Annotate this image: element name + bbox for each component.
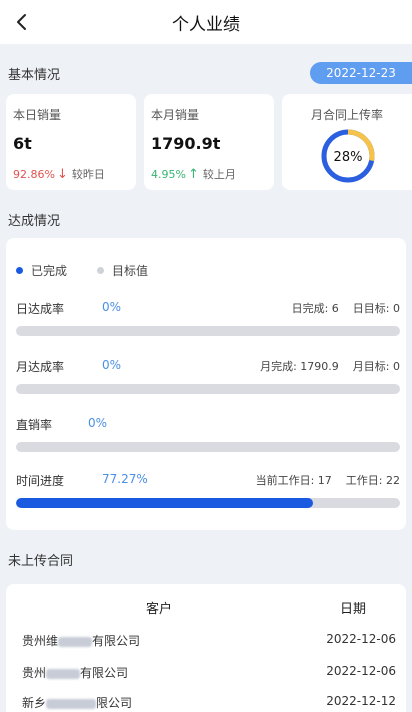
row-rate: 0% [102,300,122,314]
section-title-contracts: 未上传合同 [8,554,74,569]
month-sales-card: 本月销量 1790.9t 4.95% ↑ 较上月 [144,94,274,190]
contract-date: 2022-12-12 [326,694,396,708]
customer-prefix: 新乡 [22,696,47,710]
table-row[interactable]: 贵州 有限公司 2022-12-06 [6,660,406,684]
month-sales-value: 1790.9t [151,134,221,153]
header-date: 日期 [340,602,367,617]
arrow-down-icon: ↓ [56,166,68,182]
legend-target[interactable]: 目标值 [97,262,148,279]
upload-rate-ring: 28% [321,129,375,183]
daily-done: 日完成: 6 [291,302,339,315]
progress-fill [16,498,313,508]
nav-bar: 个人业绩 [0,0,412,44]
row-rate: 0% [88,416,108,430]
back-button[interactable] [8,8,36,36]
customer-name: 贵州维 有限公司 [22,632,140,649]
table-row[interactable]: 贵州维 有限公司 2022-12-06 [6,628,406,652]
row-time-progress: 时间进度 77.27% 当前工作日: 17 工作日: 22 [16,470,400,490]
legend-done-label: 已完成 [31,264,68,278]
legend-done[interactable]: 已完成 [16,262,67,279]
today-change-percent: 92.86% [13,167,55,181]
customer-suffix: 有限公司 [80,666,129,680]
contract-date: 2022-12-06 [326,664,396,678]
row-name: 直销率 [16,418,53,432]
contract-date: 2022-12-06 [326,632,396,646]
row-direct-rate: 直销率 0% [16,414,400,434]
section-title-basic: 基本情况 [8,68,61,83]
today-sales-card: 本日销量 6t 92.86% ↓ 较昨日 [6,94,136,190]
redacted-text [46,698,97,709]
customer-name: 新乡 限公司 [22,694,132,711]
legend-target-dot [97,267,105,274]
customer-prefix: 贵州维 [22,634,59,648]
progress-track [16,384,400,394]
legend-done-dot [16,267,23,274]
row-rate: 77.27% [102,472,148,486]
customer-name: 贵州 有限公司 [22,664,128,681]
today-sales-label: 本日销量 [13,108,62,122]
contracts-card: 客户 日期 贵州维 有限公司 2022-12-06 贵州 有限公司 2022-12-… [6,584,406,712]
month-sales-change: 4.95% ↑ 较上月 [151,166,236,182]
upload-rate-label: 月合同上传率 [310,108,383,122]
today-compare-label: 较昨日 [71,168,105,181]
monthly-target: 月目标: 0 [352,360,400,373]
section-title-progress: 达成情况 [8,214,61,229]
date-badge[interactable]: 2022-12-23 [310,62,412,84]
row-name: 月达成率 [16,360,65,374]
row-monthly-rate: 月达成率 0% 月完成: 1790.9 月目标: 0 [16,356,400,376]
customer-suffix: 有限公司 [92,634,141,648]
progress-track [16,326,400,336]
arrow-up-icon: ↑ [187,166,199,182]
redacted-text [58,636,93,647]
monthly-done: 月完成: 1790.9 [260,360,339,373]
page-title: 个人业绩 [172,14,240,35]
row-name: 时间进度 [16,474,65,488]
row-name: 日达成率 [16,302,65,316]
daily-target: 日目标: 0 [352,302,400,315]
today-sales-value: 6t [13,134,32,153]
progress-track [16,498,400,508]
row-rate: 0% [102,358,122,372]
customer-prefix: 贵州 [22,666,47,680]
month-sales-label: 本月销量 [151,108,200,122]
month-change-percent: 4.95% [151,167,186,181]
chevron-left-icon [17,14,26,30]
row-right: 当前工作日: 17 工作日: 22 [256,472,400,488]
progress-card: 已完成 目标值 日达成率 0% 日完成: 6 日目标: 0 月达成率 0% 月完… [6,238,406,530]
row-right: 月完成: 1790.9 月目标: 0 [260,358,400,374]
row-right: 日完成: 6 日目标: 0 [292,300,400,316]
legend-target-label: 目标值 [112,264,149,278]
table-row[interactable]: 新乡 限公司 2022-12-12 [6,690,406,712]
row-daily-rate: 日达成率 0% 日完成: 6 日目标: 0 [16,298,400,318]
legend: 已完成 目标值 [16,262,178,279]
current-workday: 当前工作日: 17 [255,474,332,487]
upload-rate-card: 月合同上传率 28% [282,94,412,190]
header-customer: 客户 [146,602,173,617]
today-sales-change: 92.86% ↓ 较昨日 [13,166,105,182]
customer-suffix: 限公司 [96,696,133,710]
progress-track [16,442,400,452]
month-compare-label: 较上月 [202,168,236,181]
redacted-text [46,668,81,679]
total-workday: 工作日: 22 [345,474,400,487]
upload-rate-value: 28% [334,150,363,165]
